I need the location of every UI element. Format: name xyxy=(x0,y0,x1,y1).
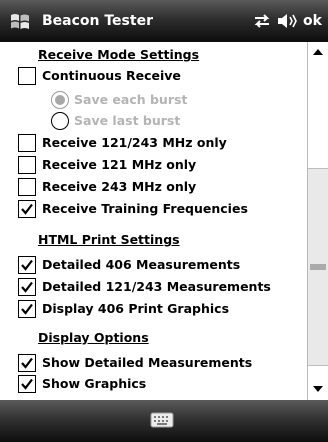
checkbox-box[interactable] xyxy=(18,200,36,218)
scroll-up-button[interactable] xyxy=(308,43,328,61)
arrow-down-icon xyxy=(313,386,323,392)
checkmark-icon xyxy=(21,303,33,315)
radio-label: Save last burst xyxy=(74,113,181,128)
checkbox-box[interactable] xyxy=(18,300,36,318)
checkbox-box[interactable] xyxy=(18,354,36,372)
receive-121-only-checkbox[interactable]: Receive 121 MHz only xyxy=(18,155,306,176)
app-title: Beacon Tester xyxy=(42,13,153,29)
title-bar: Beacon Tester ok xyxy=(0,0,328,42)
keyboard-icon[interactable] xyxy=(150,410,174,430)
settings-panel: Receive Mode Settings Continuous Receive… xyxy=(0,42,307,400)
checkmark-icon xyxy=(21,259,33,271)
checkmark-icon xyxy=(21,203,33,215)
connectivity-icon[interactable] xyxy=(253,14,271,28)
checkmark-icon xyxy=(21,357,33,369)
vertical-scrollbar[interactable] xyxy=(307,42,328,400)
volume-icon[interactable] xyxy=(277,13,299,29)
checkmark-icon xyxy=(21,378,33,390)
checkbox-box[interactable] xyxy=(18,134,36,152)
checkbox-box[interactable] xyxy=(18,67,36,85)
soft-key-bar xyxy=(0,400,328,442)
receive-121-243-only-checkbox[interactable]: Receive 121/243 MHz only xyxy=(18,133,306,154)
checkbox-label: Receive 121 MHz only xyxy=(42,157,197,172)
scroll-thumb[interactable] xyxy=(308,168,328,366)
checkbox-label: Receive 121/243 MHz only xyxy=(42,135,227,150)
scroll-down-button[interactable] xyxy=(308,380,328,398)
arrow-up-icon xyxy=(313,49,323,55)
save-each-burst-radio[interactable]: Save each burst xyxy=(51,90,291,111)
section-header-html-print: HTML Print Settings xyxy=(38,232,180,247)
continuous-receive-checkbox[interactable]: Continuous Receive xyxy=(18,66,306,87)
show-graphics-checkbox[interactable]: Show Graphics xyxy=(18,374,306,395)
receive-training-frequencies-checkbox[interactable]: Receive Training Frequencies xyxy=(18,199,306,220)
grip-icon xyxy=(310,264,326,270)
checkbox-box[interactable] xyxy=(18,156,36,174)
checkmark-icon xyxy=(21,281,33,293)
detailed-406-measurements-checkbox[interactable]: Detailed 406 Measurements xyxy=(18,255,306,276)
save-last-burst-radio[interactable]: Save last burst xyxy=(51,111,291,132)
detailed-121-243-measurements-checkbox[interactable]: Detailed 121/243 Measurements xyxy=(18,277,306,298)
checkbox-label: Show Detailed Measurements xyxy=(42,355,253,370)
radio-label: Save each burst xyxy=(74,92,188,107)
display-406-print-graphics-checkbox[interactable]: Display 406 Print Graphics xyxy=(18,299,306,320)
checkbox-label: Receive 243 MHz only xyxy=(42,179,197,194)
checkbox-label: Display 406 Print Graphics xyxy=(42,301,230,316)
checkbox-box[interactable] xyxy=(18,278,36,296)
checkbox-label: Detailed 406 Measurements xyxy=(42,257,241,272)
checkbox-label: Show Graphics xyxy=(42,376,147,391)
checkbox-label: Detailed 121/243 Measurements xyxy=(42,279,271,294)
checkbox-label: Receive Training Frequencies xyxy=(42,201,248,216)
radio-button[interactable] xyxy=(51,112,69,130)
radio-button[interactable] xyxy=(51,91,69,109)
windows-start-icon[interactable] xyxy=(8,10,32,34)
checkbox-box[interactable] xyxy=(18,375,36,393)
section-header-receive-mode: Receive Mode Settings xyxy=(38,47,200,62)
ok-button[interactable]: ok xyxy=(303,0,328,42)
show-detailed-measurements-checkbox[interactable]: Show Detailed Measurements xyxy=(18,353,306,374)
checkbox-box[interactable] xyxy=(18,256,36,274)
section-header-display-options: Display Options xyxy=(38,330,149,345)
checkbox-label: Continuous Receive xyxy=(42,68,181,83)
checkbox-box[interactable] xyxy=(18,178,36,196)
receive-243-only-checkbox[interactable]: Receive 243 MHz only xyxy=(18,177,306,198)
